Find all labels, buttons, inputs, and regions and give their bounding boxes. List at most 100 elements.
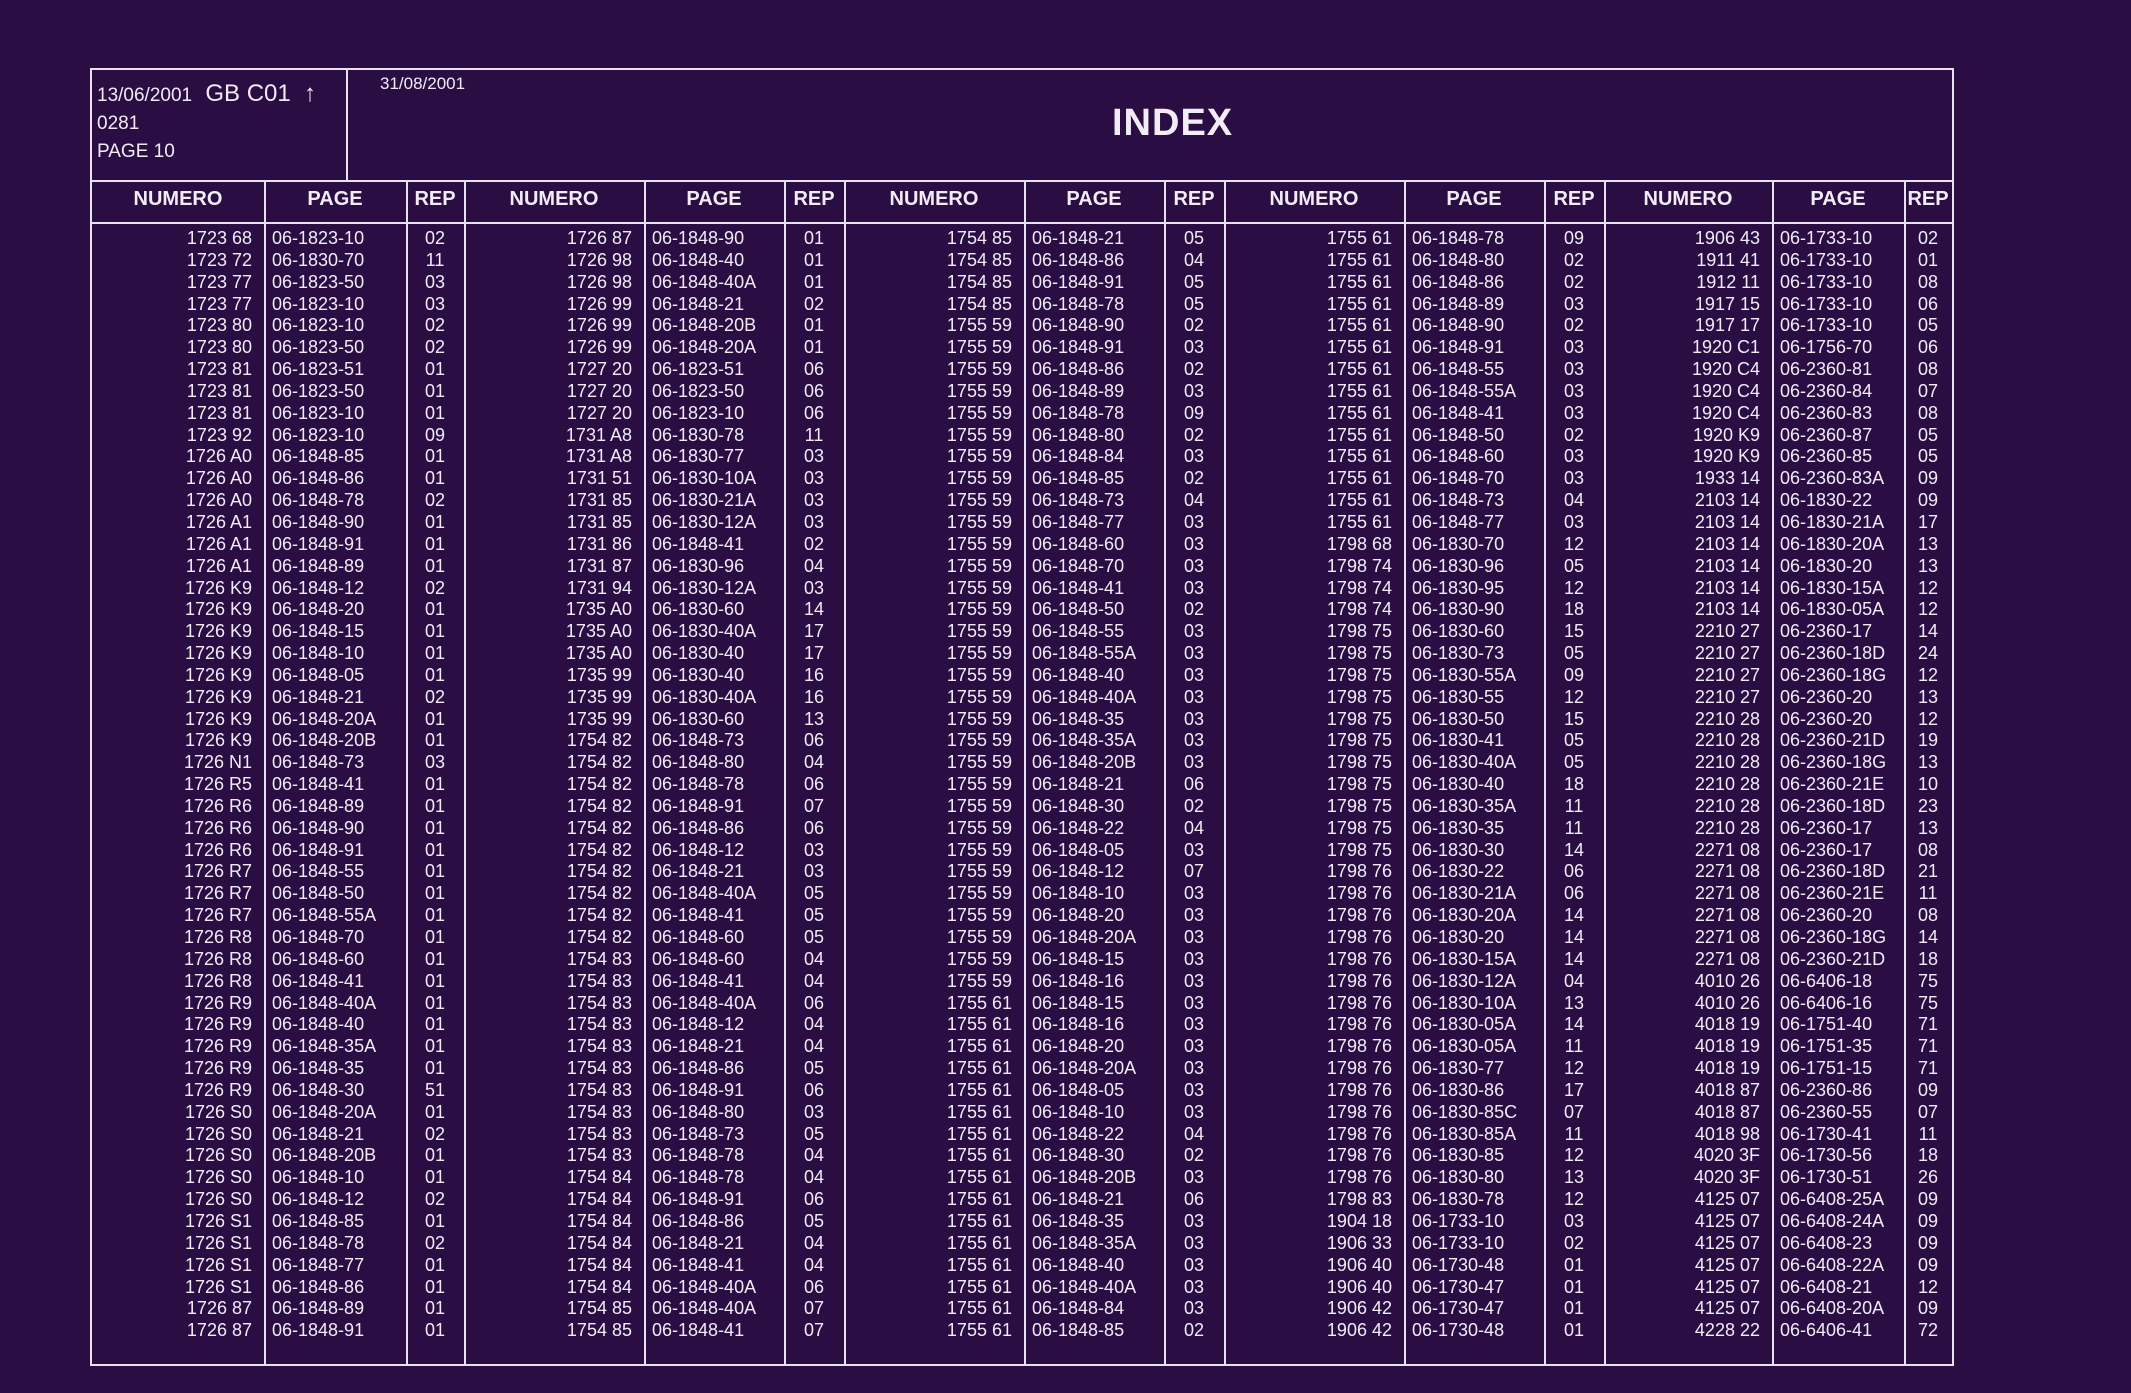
cell-rep: 01: [424, 1254, 446, 1275]
table-row: 1755 61 06-1848-15 03: [844, 993, 1224, 1015]
table-row: 1920 C1 06-1756-70 06: [1604, 337, 1952, 359]
cell-page: 06-1848-55: [272, 861, 365, 882]
cell-page: 06-1823-50: [272, 380, 365, 401]
table-row: 1755 59 06-1848-20B 03: [844, 752, 1224, 774]
cell-rep: 01: [803, 249, 825, 270]
cell-rep: 03: [1563, 402, 1585, 423]
cell-page: 06-1848-10: [1032, 883, 1125, 904]
table-row: 1755 61 06-1848-70 03: [1224, 468, 1604, 490]
cell-page: 06-1830-40: [1412, 774, 1505, 795]
cell-rep: 02: [1183, 795, 1205, 816]
cell-page: 06-1848-78: [1032, 402, 1125, 423]
cell-numero: 1755 59: [946, 839, 1012, 860]
cell-numero: 1798 76: [1326, 1079, 1392, 1100]
cell-page: 06-6408-20A: [1780, 1298, 1885, 1319]
cell-page: 06-1830-86: [1412, 1079, 1505, 1100]
cell-rep: 08: [1917, 402, 1939, 423]
cell-page: 06-1830-20: [1412, 927, 1505, 947]
cell-numero: 1726 A1: [185, 533, 252, 554]
header-date-left: 13/06/2001: [97, 85, 193, 106]
table-row: 1735 99 06-1830-40A 16: [464, 687, 844, 709]
cell-numero: 1904 18: [1326, 1210, 1392, 1231]
cell-rep: 03: [1183, 970, 1205, 991]
cell-page: 06-1848-40: [1032, 1254, 1125, 1275]
table-row: 1755 61 06-1848-55A 03: [1224, 381, 1604, 403]
table-row: 1755 61 06-1848-73 04: [1224, 490, 1604, 512]
cell-rep: 03: [1183, 1232, 1205, 1253]
cell-numero: 1755 61: [1326, 424, 1392, 445]
cell-numero: 1754 83: [566, 970, 632, 991]
cell-rep: 03: [1563, 511, 1585, 532]
cell-rep: 02: [424, 337, 446, 358]
cell-numero: 1755 61: [1326, 293, 1392, 314]
cell-rep: 17: [1917, 511, 1939, 532]
cell-page: 06-1848-60: [1032, 533, 1125, 554]
cell-page: 06-1830-78: [652, 424, 745, 445]
cell-page: 06-1848-10: [272, 1167, 365, 1188]
table-row: 2271 08 06-2360-18D 21: [1604, 861, 1952, 883]
cell-rep: 01: [424, 380, 446, 401]
cell-rep: 01: [1563, 1276, 1585, 1297]
table-row: 4020 3F 06-1730-51 26: [1604, 1167, 1952, 1189]
cell-numero: 1755 61: [1326, 402, 1392, 423]
table-row: 1754 84 06-1848-91 06: [464, 1189, 844, 1211]
table-row: 1726 S0 06-1848-12 02: [92, 1189, 464, 1211]
cell-rep: 09: [1563, 664, 1585, 685]
cell-rep: 05: [1563, 643, 1585, 664]
cell-numero: 1726 R6: [183, 839, 252, 860]
cell-numero: 1920 C4: [1691, 402, 1760, 423]
cell-page: 06-1733-10: [1780, 228, 1873, 248]
cell-rep: 05: [1183, 293, 1205, 314]
cell-page: 06-1848-78: [652, 1145, 745, 1166]
column-header-numero: NUMERO: [1643, 188, 1733, 210]
cell-page: 06-1848-21: [1032, 774, 1125, 795]
table-row: 1726 R8 06-1848-41 01: [92, 971, 464, 993]
table-row: 1726 R6 06-1848-90 01: [92, 818, 464, 840]
cell-rep: 03: [803, 1101, 825, 1122]
cell-numero: 1754 84: [566, 1232, 632, 1253]
cell-rep: 03: [1183, 730, 1205, 751]
column-group-2: NUMERO PAGE REP 1726 87 06-1848-90 01 1726 98 0…: [464, 180, 844, 1366]
cell-rep: 07: [1917, 1101, 1939, 1122]
table-row: 1755 59 06-1848-05 03: [844, 840, 1224, 862]
cell-numero: 1754 85: [566, 1320, 632, 1341]
cell-rep: 04: [1183, 249, 1205, 270]
cell-numero: 1754 83: [566, 1101, 632, 1122]
table-row: 2210 28 06-2360-21E 10: [1604, 774, 1952, 796]
cell-page: 06-1830-40A: [652, 686, 757, 707]
cell-rep: 06: [803, 992, 825, 1013]
cell-numero: 1755 59: [946, 380, 1012, 401]
cell-page: 06-1848-60: [272, 948, 365, 969]
table-row: 1933 14 06-2360-83A 09: [1604, 468, 1952, 490]
cell-rep: 02: [1183, 1145, 1205, 1166]
cell-numero: 1754 82: [566, 774, 632, 795]
cell-page: 06-1848-41: [652, 905, 745, 926]
cell-rep: 03: [1183, 1036, 1205, 1057]
cell-rep: 06: [1183, 774, 1205, 795]
cell-page: 06-1848-41: [1412, 402, 1505, 423]
table-row: 1727 20 06-1823-51 06: [464, 359, 844, 381]
cell-numero: 1726 R7: [183, 861, 252, 882]
cell-rep: 08: [1917, 359, 1939, 380]
cell-page: 06-1848-22: [1032, 817, 1125, 838]
cell-rep: 12: [1563, 1189, 1585, 1210]
column-header-divider: [1224, 222, 1604, 224]
cell-rep: 06: [1917, 337, 1939, 358]
cell-page: 06-1848-40A: [1032, 686, 1137, 707]
cell-numero: 1755 61: [946, 1320, 1012, 1341]
table-row: 1755 61 06-1848-20 03: [844, 1036, 1224, 1058]
table-row: 1726 K9 06-1848-12 02: [92, 578, 464, 600]
cell-page: 06-1730-47: [1412, 1276, 1505, 1297]
cell-numero: 1917 17: [1694, 315, 1760, 336]
table-row: 1731 85 06-1830-21A 03: [464, 490, 844, 512]
cell-rep: 03: [1183, 555, 1205, 576]
cell-page: 06-1848-85: [1032, 468, 1125, 489]
table-row: 1755 61 06-1848-10 03: [844, 1102, 1224, 1124]
table-row: 1735 A0 06-1830-40A 17: [464, 621, 844, 643]
cell-rep: 03: [1183, 905, 1205, 926]
table-row: 1755 59 06-1848-21 06: [844, 774, 1224, 796]
column-header-rep: REP: [1553, 188, 1595, 210]
cell-page: 06-1830-10A: [652, 468, 757, 489]
cell-numero: 1726 S0: [184, 1101, 252, 1122]
cell-page: 06-1848-40A: [272, 992, 377, 1013]
